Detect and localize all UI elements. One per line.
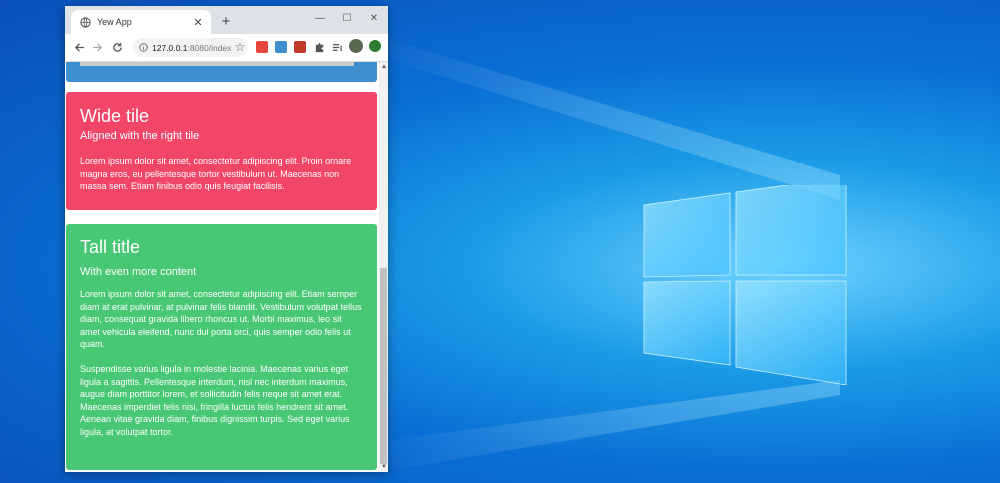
browser-toolbar: 127.0.0.1:8080/index ☆ — [65, 34, 388, 62]
close-window-button[interactable]: ✕ — [362, 10, 386, 26]
extension-icon-3[interactable] — [294, 41, 306, 53]
extensions-puzzle-icon[interactable] — [311, 39, 327, 55]
tile-tall: Tall title With even more content Lorem … — [66, 224, 377, 470]
info-icon[interactable] — [139, 43, 148, 52]
update-icon[interactable] — [369, 40, 381, 52]
tab-strip: Yew App ✕ + — ☐ ✕ — [65, 6, 388, 34]
tile-wide-title: Wide tile — [80, 106, 150, 126]
back-arrow-icon[interactable] — [71, 39, 87, 55]
forward-arrow-icon[interactable] — [89, 39, 105, 55]
tab-title: Yew App — [97, 17, 132, 27]
globe-icon — [79, 16, 91, 28]
scroll-up-arrow-icon[interactable]: ▲ — [381, 64, 387, 70]
reload-icon[interactable] — [109, 39, 125, 55]
tile-progress-bar — [80, 62, 354, 66]
tile-tall-body-2: Suspendisse varius ligula in molestie la… — [80, 363, 350, 437]
vertical-scrollbar[interactable]: ▲ ▼ — [379, 62, 388, 472]
url-host: 127.0.0.1 — [152, 42, 188, 53]
windows-logo-icon — [643, 185, 847, 385]
browser-window: Yew App ✕ + — ☐ ✕ 127.0.0.1:8080/index ☆ — [65, 6, 388, 472]
scrollbar-thumb[interactable] — [380, 268, 387, 464]
tile-tall-subtitle: With even more content — [80, 266, 197, 278]
tile-wide: Wide tile Aligned with the right tile Lo… — [66, 92, 377, 210]
tile-top-partial — [66, 62, 377, 82]
extension-icon-1[interactable] — [256, 41, 268, 53]
minimize-button[interactable]: — — [308, 10, 332, 26]
tile-wide-subtitle: Aligned with the right tile — [80, 130, 200, 142]
tab-close-icon[interactable]: ✕ — [191, 15, 205, 29]
scroll-down-arrow-icon[interactable]: ▼ — [381, 464, 387, 470]
browser-tab[interactable]: Yew App ✕ — [71, 10, 211, 34]
tile-tall-body-1: Lorem ipsum dolor sit amet, consectetur … — [80, 289, 362, 350]
url-path: :8080/index — [187, 42, 232, 53]
page-viewport: Wide tile Aligned with the right tile Lo… — [65, 62, 379, 472]
bookmark-star-icon[interactable]: ☆ — [232, 39, 248, 55]
reading-list-icon[interactable] — [329, 39, 345, 55]
tile-tall-title: Tall title — [80, 237, 141, 257]
address-bar[interactable]: 127.0.0.1:8080/index — [133, 38, 248, 57]
tile-wide-body: Lorem ipsum dolor sit amet, consectetur … — [80, 156, 352, 192]
profile-avatar[interactable] — [349, 39, 363, 53]
maximize-button[interactable]: ☐ — [335, 10, 359, 26]
extension-icon-2[interactable] — [275, 41, 287, 53]
new-tab-button[interactable]: + — [217, 12, 235, 30]
